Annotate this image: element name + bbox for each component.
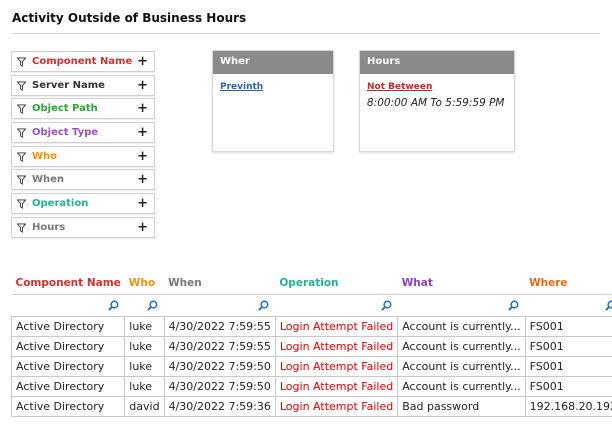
cell-where: 192.168.20.192 — [524, 395, 612, 417]
cell-what: Account is currently... — [397, 375, 526, 397]
filter-server-name[interactable]: Server Name + — [11, 74, 155, 96]
table-row[interactable]: Active Directory luke 4/30/2022 7:59:50 … — [10, 355, 612, 377]
filter-label: Who — [32, 150, 58, 162]
table-row[interactable]: Active Directory david 4/30/2022 7:59:36… — [10, 395, 612, 417]
filter-label: Operation — [32, 198, 89, 210]
filter-object-path[interactable]: Object Path + — [11, 98, 155, 120]
cell-operation: Login Attempt Failed — [274, 395, 399, 417]
funnel-icon — [17, 57, 26, 67]
filter-label: Server Name — [32, 79, 105, 91]
magnifier-icon[interactable] — [258, 300, 269, 311]
filter-label: Object Type — [32, 127, 99, 139]
cell-what: Account is currently... — [397, 355, 526, 377]
cell-where: FS001 — [524, 335, 612, 357]
column-search-where[interactable] — [525, 294, 612, 317]
filter-label: Hours — [32, 221, 66, 233]
filter-label: Component Name — [32, 56, 133, 67]
filter-object-type[interactable]: Object Type + — [11, 122, 155, 144]
plus-icon[interactable]: + — [137, 148, 148, 165]
column-search-component-name[interactable] — [11, 294, 125, 317]
cell-operation: Login Attempt Failed — [274, 335, 399, 357]
when-condition-link[interactable]: Previnth — [220, 82, 263, 92]
funnel-icon — [17, 199, 26, 210]
filter-who[interactable]: Who + — [11, 145, 155, 167]
cell-operation: Login Attempt Failed — [274, 315, 399, 337]
card-header: Hours — [360, 51, 514, 74]
column-header-what[interactable]: What — [397, 272, 526, 295]
cell-who: luke — [124, 315, 165, 337]
magnifier-icon[interactable] — [147, 300, 158, 311]
cell-when: 4/30/2022 7:59:36 — [163, 395, 276, 417]
plus-icon[interactable]: + — [137, 171, 148, 188]
column-header-who[interactable]: Who — [124, 272, 165, 295]
column-header-operation[interactable]: Operation — [275, 272, 398, 295]
cell-what: Account is currently... — [397, 315, 526, 337]
magnifier-icon[interactable] — [380, 300, 392, 311]
column-header-component-name[interactable]: Component Name — [11, 272, 125, 295]
filter-list: Component Name + Server Name + Object Pa… — [11, 51, 155, 241]
cell-operation: Login Attempt Failed — [274, 355, 399, 377]
column-header-when[interactable]: When — [164, 272, 276, 295]
hours-filter-card: Hours Not Between 8:00:00 AM To 5:59:59 … — [359, 50, 515, 152]
magnifier-icon[interactable] — [508, 300, 519, 311]
hours-condition-link[interactable]: Not Between — [367, 82, 432, 92]
funnel-icon — [17, 104, 26, 115]
results-grid: Component Name Who When Operation What W… — [10, 272, 612, 417]
plus-icon[interactable]: + — [137, 100, 148, 117]
grid-header-row: Component Name Who When Operation What W… — [11, 272, 612, 295]
column-search-who[interactable] — [124, 294, 165, 317]
column-search-when[interactable] — [164, 294, 276, 317]
cell-where: FS001 — [524, 315, 612, 337]
title-divider — [12, 33, 600, 34]
table-row[interactable]: Active Directory luke 4/30/2022 7:59:50 … — [10, 375, 612, 397]
hours-range-value: 8:00:00 AM To 5:59:59 PM — [367, 97, 505, 109]
plus-icon[interactable]: + — [137, 124, 148, 141]
filter-label: Object Path — [32, 103, 98, 115]
funnel-icon — [17, 128, 26, 138]
cell-component-name: Active Directory — [10, 395, 126, 417]
funnel-icon — [17, 152, 26, 162]
cell-component-name: Active Directory — [10, 355, 126, 377]
column-search-operation[interactable] — [275, 294, 398, 317]
cell-when: 4/30/2022 7:59:55 — [163, 335, 276, 357]
cell-who: luke — [124, 335, 165, 357]
cell-when: 4/30/2022 7:59:55 — [163, 315, 276, 337]
cell-what: Bad password — [397, 395, 526, 417]
card-header: Wher — [213, 51, 333, 74]
magnifier-icon[interactable] — [604, 300, 612, 311]
cell-when: 4/30/2022 7:59:50 — [163, 355, 276, 377]
column-search-what[interactable] — [397, 294, 526, 317]
column-header-where[interactable]: Where — [525, 272, 612, 295]
filter-component-name[interactable]: Component Name + — [11, 51, 155, 72]
cell-who: david — [124, 395, 165, 417]
cell-who: luke — [124, 355, 165, 377]
cell-where: FS001 — [524, 375, 612, 397]
filter-hours[interactable]: Hours + — [11, 216, 155, 238]
funnel-icon — [17, 223, 26, 233]
filter-operation[interactable]: Operation + — [11, 193, 155, 215]
table-row[interactable]: Active Directory luke 4/30/2022 7:59:55 … — [10, 335, 612, 357]
cell-component-name: Active Directory — [10, 375, 126, 397]
filter-when[interactable]: When + — [11, 169, 155, 191]
plus-icon[interactable]: + — [137, 219, 148, 236]
cell-component-name: Active Directory — [10, 335, 126, 357]
plus-icon[interactable]: + — [137, 53, 148, 70]
cell-when: 4/30/2022 7:59:50 — [163, 375, 276, 397]
cell-where: FS001 — [524, 355, 612, 377]
page-title: Activity Outside of Business Hours — [12, 11, 247, 25]
when-filter-card: Wher Previnth — [212, 50, 334, 152]
cell-what: Account is currently... — [397, 335, 526, 357]
magnifier-icon[interactable] — [108, 300, 119, 311]
cell-component-name: Active Directory — [10, 315, 126, 337]
grid-search-row — [11, 294, 612, 317]
cell-who: luke — [124, 375, 165, 397]
funnel-icon — [17, 175, 26, 186]
filter-label: When — [32, 174, 65, 186]
plus-icon[interactable]: + — [137, 77, 148, 94]
table-row[interactable]: Active Directory luke 4/30/2022 7:59:55 … — [10, 315, 612, 337]
cell-operation: Login Attempt Failed — [274, 375, 399, 397]
plus-icon[interactable]: + — [137, 195, 148, 212]
funnel-icon — [17, 81, 26, 91]
